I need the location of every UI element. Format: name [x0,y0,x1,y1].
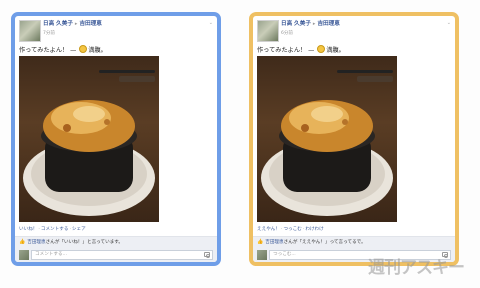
arrow-icon: ▸ [312,21,316,27]
comment-row: コメントする... [15,248,217,262]
author-name[interactable]: 日高 久美子 [43,21,73,27]
comment-link[interactable]: つっこむ [283,227,301,232]
arrow-icon: ▸ [74,21,78,27]
feeling-text: 満腹。 [88,47,107,54]
likes-bar: 👍 吉田理恵さんが「ええやん！」って言ってるで。 [253,236,455,248]
comment-input[interactable]: コメントする... [31,250,213,260]
liker-name[interactable]: 吉田理恵 [27,240,45,245]
post-names: 日高 久美子 ▸ 吉田理恵 [43,21,102,28]
share-link[interactable]: シェア [72,227,86,232]
author-avatar[interactable] [257,20,279,42]
post-photo[interactable] [19,56,159,222]
likes-bar: 👍 吉田理恵さんが「いいね！」と言っています。 [15,236,217,248]
camera-icon[interactable] [204,252,211,258]
likes-text: さんが「いいね！」と言っています。 [45,240,124,245]
post-timestamp[interactable]: 7分前 [43,30,55,36]
smiley-icon [317,45,326,53]
comment-placeholder: つっこむ... [273,252,296,257]
post-card-standard: 日高 久美子 ▸ 吉田理恵 7分前 ⌄ 作ってみたよん！ — 満腹。 いいね！·コメ… [11,12,221,266]
likes-text: さんが「ええやん！」って言ってるで。 [283,240,366,245]
post-card-kansai: 日高 久美子 ▸ 吉田理恵 6分前 ⌄ 作ってみたよん！ — 満腹。 ええやん！·つ… [249,12,459,266]
gratin-photo-illustration [23,70,155,216]
target-name[interactable]: 吉田理恵 [317,21,339,27]
chevron-down-icon[interactable]: ⌄ [209,20,213,26]
viewer-avatar [257,250,267,260]
smiley-icon [79,45,88,53]
post-actions: ええやん！·つっこむ·わけわけ [257,227,324,232]
author-name[interactable]: 日高 久美子 [281,21,311,27]
chevron-down-icon[interactable]: ⌄ [447,20,451,26]
thumbs-up-icon: 👍 [257,239,264,245]
gratin-photo-illustration [261,70,393,216]
post-header: 日高 久美子 ▸ 吉田理恵 6分前 ⌄ [257,20,451,44]
author-avatar[interactable] [19,20,41,42]
like-link[interactable]: いいね！ [19,227,37,232]
post-photo[interactable] [257,56,397,222]
target-name[interactable]: 吉田理恵 [79,21,101,27]
watermark-logo: 週刊アスキー [368,258,465,278]
post-names: 日高 久美子 ▸ 吉田理恵 [281,21,340,28]
feeling-text: 満腹。 [326,47,345,54]
comment-placeholder: コメントする... [35,252,67,257]
share-link[interactable]: わけわけ [305,227,323,232]
comment-link[interactable]: コメントする [41,227,69,232]
post-message: 作ってみたよん！ — 満腹。 [19,45,107,54]
post-timestamp[interactable]: 6分前 [281,30,293,36]
post-message: 作ってみたよん！ — 満腹。 [257,45,345,54]
thumbs-up-icon: 👍 [19,239,26,245]
viewer-avatar [19,250,29,260]
post-actions: いいね！·コメントする·シェア [19,227,86,232]
message-text: 作ってみたよん！ — [19,47,79,54]
liker-name[interactable]: 吉田理恵 [265,240,283,245]
like-link[interactable]: ええやん！ [257,227,280,232]
message-text: 作ってみたよん！ — [257,47,317,54]
post-header: 日高 久美子 ▸ 吉田理恵 7分前 ⌄ [19,20,213,44]
